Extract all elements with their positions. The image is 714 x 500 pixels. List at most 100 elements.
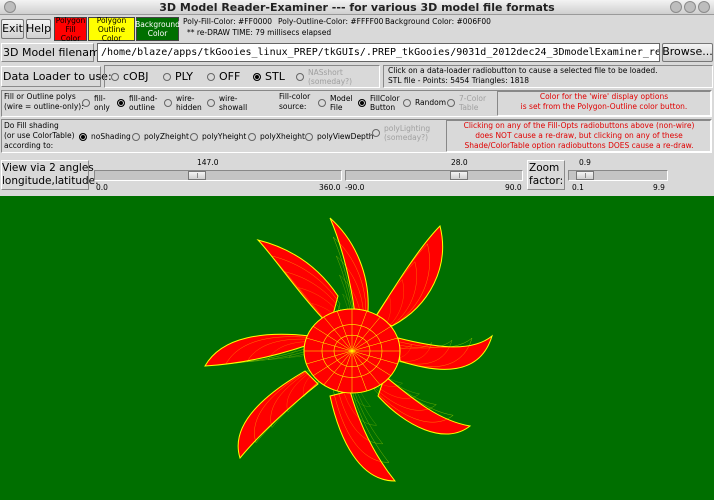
radio-icon — [372, 129, 380, 137]
source-option-label: FillColor Button — [370, 94, 400, 112]
source-option-label: Model File — [330, 94, 353, 112]
longitude-value: 147.0 — [197, 158, 219, 167]
latitude-min: -90.0 — [345, 183, 365, 192]
radio-icon — [132, 132, 140, 141]
zoom-label-frame: Zoom factor: — [527, 160, 565, 190]
wire-color-note: Color for the 'wire' display options is … — [520, 92, 688, 111]
help-button[interactable]: Help — [26, 19, 51, 39]
latitude-value: 28.0 — [451, 158, 468, 167]
radio-icon — [318, 99, 326, 107]
zoom-min: 0.1 — [572, 183, 584, 192]
radio-icon — [163, 72, 171, 81]
shading-radio-polyyheight[interactable]: polyYheight — [190, 132, 246, 141]
radio-icon — [207, 99, 215, 107]
filename-label-frame: 3D Model filename: — [1, 43, 110, 62]
fill-radio-fill-and-outline[interactable]: fill-and- outline — [117, 94, 157, 112]
toolbar: Exit Help Polygon Fill Color Polygon Out… — [0, 16, 714, 43]
zoom-label: Zoom factor: — [529, 162, 564, 187]
loader-radio-off[interactable]: OFF — [207, 70, 240, 83]
browse-button[interactable]: Browse... — [662, 43, 713, 62]
shading-option-label: polyZheight — [144, 132, 189, 141]
latitude-slider[interactable] — [345, 170, 523, 181]
file-row: 3D Model filename: /home/blaze/apps/tkGo… — [0, 42, 714, 64]
window-titlebar[interactable]: 3D Model Reader-Examiner --- for various… — [0, 0, 714, 15]
zoom-slider[interactable] — [568, 170, 668, 181]
radio-icon — [248, 132, 256, 141]
loader-label: Data Loader to use: — [3, 70, 112, 83]
longitude-max: 360.0 — [319, 183, 341, 192]
fill-option-label: wire- hidden — [176, 94, 202, 112]
view-angles-label: View via 2 angles longitude,latitude: — [2, 162, 99, 187]
shading-radio-polyxheight[interactable]: polyXheight — [248, 132, 305, 141]
shading-radio-noshading[interactable]: noShading — [79, 132, 131, 141]
window-menu-icon[interactable] — [4, 1, 16, 13]
shading-radio-polyviewdepth[interactable]: polyViewDepth — [305, 132, 374, 141]
latitude-slider-thumb[interactable] — [450, 171, 468, 180]
shading-option-label: polyYheight — [202, 132, 247, 141]
minimize-icon[interactable] — [670, 1, 682, 13]
radio-icon — [82, 99, 90, 107]
fill-option-label: fill- only — [94, 94, 110, 112]
latitude-max: 90.0 — [505, 183, 522, 192]
radio-icon — [190, 132, 198, 141]
background-color-button[interactable]: Background Color — [135, 17, 180, 41]
loader-option-label: STL — [265, 70, 285, 83]
fill-options-row: Fill or Outline polys (wire = outline-on… — [0, 89, 714, 118]
window-title: 3D Model Reader-Examiner --- for various… — [159, 1, 555, 14]
source-radio-7-color-table[interactable]: 7-Color Table — [447, 94, 486, 112]
radio-icon — [253, 72, 261, 81]
longitude-slider[interactable] — [94, 170, 342, 181]
close-icon[interactable] — [698, 1, 710, 13]
fill-color-button[interactable]: Polygon Fill Color — [54, 16, 87, 43]
source-radio-fillcolor-button[interactable]: FillColor Button — [358, 94, 400, 112]
zoom-value: 0.9 — [579, 158, 591, 167]
filename-input[interactable]: /home/blaze/apps/tkGooies_linux_PREP/tkG… — [97, 43, 660, 62]
shading-option-label: noShading — [91, 132, 131, 141]
loader-radio-stl[interactable]: STL — [253, 70, 285, 83]
color-source-label: Fill-color source: — [279, 92, 311, 111]
background-color-info: Background Color: #006F00 — [385, 17, 491, 26]
source-option-label: Random — [415, 98, 447, 107]
radio-icon — [305, 132, 313, 141]
radio-icon — [164, 99, 172, 107]
source-option-label: 7-Color Table — [459, 94, 487, 112]
radio-icon — [117, 99, 125, 107]
loader-radio-ply[interactable]: PLY — [163, 70, 193, 83]
redraw-time-info: ** re-DRAW TIME: 79 millisecs elapsed — [187, 28, 332, 37]
filename-label: 3D Model filename: — [3, 46, 111, 59]
zoom-slider-thumb[interactable] — [576, 171, 594, 180]
longitude-slider-thumb[interactable] — [188, 171, 206, 180]
maximize-icon[interactable] — [684, 1, 696, 13]
fill-radio-fill-only[interactable]: fill- only — [82, 94, 110, 112]
loader-row: Data Loader to use: cOBJ PLY OFF STL NAS… — [0, 64, 714, 89]
fill-option-label: wire- showall — [219, 94, 248, 112]
loader-label-frame: Data Loader to use: — [1, 66, 112, 87]
shading-radio-polyzheight[interactable]: polyZheight — [132, 132, 189, 141]
loader-radio-cobj[interactable]: cOBJ — [111, 70, 149, 83]
shading-row: Do Fill shading (or use ColorTable) acco… — [0, 118, 714, 154]
fill-option-label: fill-and- outline — [129, 94, 158, 112]
model-canvas[interactable] — [0, 196, 714, 500]
exit-button[interactable]: Exit — [1, 19, 24, 39]
loader-option-label: cOBJ — [123, 70, 149, 83]
loader-radio-nasshort[interactable]: NASshort (someday?) — [296, 68, 352, 86]
radio-icon — [403, 98, 411, 107]
loader-status-text: STL file - Points: 5454 Triangles: 1818 — [388, 76, 530, 85]
source-radio-random[interactable]: Random — [403, 98, 446, 107]
fill-options-label: Fill or Outline polys (wire = outline-on… — [4, 92, 84, 111]
loader-option-label: PLY — [175, 70, 194, 83]
radio-icon — [207, 72, 215, 81]
radio-icon — [111, 72, 119, 81]
radio-icon — [447, 99, 455, 107]
zoom-max: 9.9 — [653, 183, 665, 192]
fill-radio-wire-showall[interactable]: wire- showall — [207, 94, 247, 112]
radio-icon — [79, 132, 87, 141]
source-radio-model-file[interactable]: Model File — [318, 94, 353, 112]
shading-radio-polylighting[interactable]: polyLighting (someday?) — [372, 124, 430, 142]
fill-radio-wire-hidden[interactable]: wire- hidden — [164, 94, 202, 112]
longitude-min: 0.0 — [96, 183, 108, 192]
radio-icon — [296, 73, 304, 81]
outline-color-button[interactable]: Polygon Outline Color — [88, 16, 135, 43]
radio-icon — [358, 99, 366, 107]
view-row: View via 2 angles longitude,latitude: 14… — [0, 154, 714, 196]
